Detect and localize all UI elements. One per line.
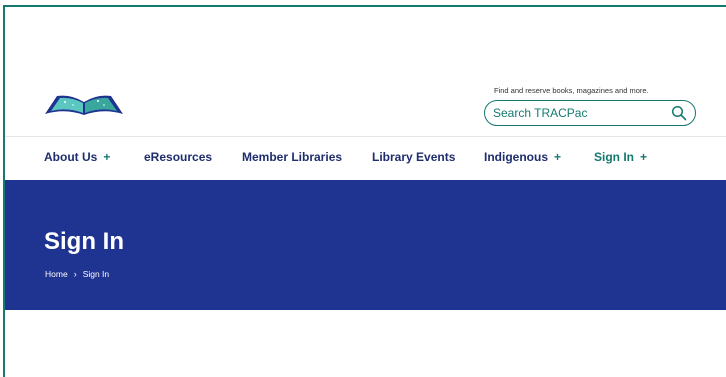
- nav-item-label: Sign In: [594, 150, 634, 164]
- expand-plus-icon[interactable]: +: [103, 150, 110, 164]
- breadcrumb-home-link[interactable]: Home: [45, 269, 68, 279]
- expand-plus-icon[interactable]: +: [554, 150, 561, 164]
- breadcrumb: Home › Sign In: [45, 269, 109, 279]
- header-divider: [5, 136, 726, 137]
- chevron-right-icon: ›: [73, 269, 77, 279]
- nav-item-label: Indigenous: [484, 150, 548, 164]
- expand-plus-icon[interactable]: +: [640, 150, 647, 164]
- nav-item-label: About Us: [44, 150, 98, 164]
- nav-item-label: Member Libraries: [242, 150, 343, 164]
- nav-item-label: eResources: [144, 150, 213, 164]
- nav-item-library-events[interactable]: Library Events: [372, 150, 455, 164]
- nav-item-label: Library Events: [372, 150, 456, 164]
- nav-item-about-us[interactable]: About Us +: [44, 150, 110, 164]
- page-hero-banner: Sign In Home › Sign In: [5, 180, 726, 310]
- library-logo[interactable]: [43, 92, 125, 118]
- nav-item-eresources[interactable]: eResources: [144, 150, 212, 164]
- search-input[interactable]: [493, 104, 663, 122]
- catalog-search-box: [484, 100, 696, 126]
- nav-item-indigenous[interactable]: Indigenous +: [484, 150, 561, 164]
- page-title: Sign In: [44, 228, 124, 255]
- breadcrumb-current: Sign In: [82, 269, 110, 279]
- search-tagline: Find and reserve books, magazines and mo…: [494, 86, 649, 95]
- search-icon[interactable]: [671, 105, 687, 121]
- nav-item-sign-in[interactable]: Sign In +: [594, 150, 647, 164]
- nav-item-member-libraries[interactable]: Member Libraries: [242, 150, 342, 164]
